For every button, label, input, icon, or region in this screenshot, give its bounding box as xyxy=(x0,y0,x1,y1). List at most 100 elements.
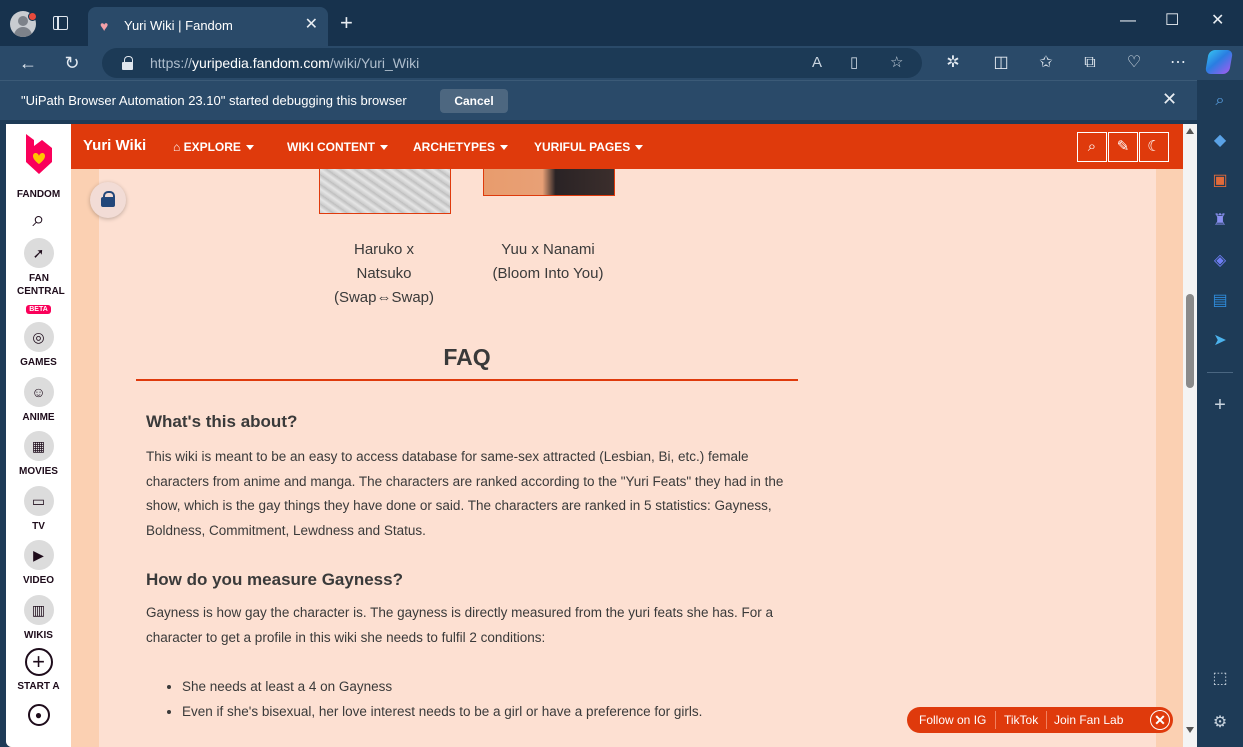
play-icon: ▶ xyxy=(23,540,54,570)
gallery-image-haruko-natsuko[interactable] xyxy=(319,169,451,214)
tv-icon: ▭ xyxy=(23,486,54,516)
clapperboard-icon: ▦ xyxy=(23,431,54,461)
rail-search[interactable]: ⌕ xyxy=(6,204,71,234)
social-follow-bar: Follow on IG TikTok Join Fan Lab ✕ xyxy=(907,707,1173,733)
immersive-reader-icon[interactable]: ▯ xyxy=(850,53,858,73)
rail-games[interactable]: ◎ GAMES xyxy=(6,322,71,369)
telegram-send-icon[interactable]: ➤ xyxy=(1209,330,1231,352)
favorite-star-icon[interactable]: ☆ xyxy=(890,53,903,73)
rocket-icon: ➚ xyxy=(23,238,54,268)
rail-label: VIDEO xyxy=(22,575,55,586)
heading-divider xyxy=(136,379,798,381)
rail-wikis[interactable]: ▥ WIKIS xyxy=(6,595,71,642)
profile-notification-dot xyxy=(28,12,37,21)
rail-label: ANIME xyxy=(22,412,55,423)
chevron-down-icon xyxy=(245,145,254,151)
maximize-button[interactable]: ☐ xyxy=(1165,12,1179,30)
tab-yuri-wiki[interactable]: ♥ Yuri Wiki | Fandom ✕ xyxy=(88,7,328,46)
nav-explore[interactable]: ⌂ EXPLORE xyxy=(173,140,254,154)
list-item: She needs at least a 4 on Gayness xyxy=(182,674,702,699)
page-scrollbar[interactable] xyxy=(1183,124,1197,747)
debugging-infobar: "UiPath Browser Automation 23.10" starte… xyxy=(0,80,1197,120)
rail-user[interactable]: ● xyxy=(6,704,71,726)
gallery-image-yuu-nanami[interactable] xyxy=(483,169,615,196)
favorites-icon[interactable]: ✩ xyxy=(1034,51,1058,75)
collections-icon[interactable]: ⧉ xyxy=(1078,51,1102,75)
fandom-heart-icon: ♥ xyxy=(100,18,109,34)
tools-briefcase-icon[interactable]: ▣ xyxy=(1209,170,1231,192)
settings-gear-icon[interactable]: ⚙ xyxy=(1209,712,1231,734)
close-infobar-button[interactable]: ✕ xyxy=(1162,89,1177,109)
browser-essentials-icon[interactable]: ♡ xyxy=(1122,51,1146,75)
discussions-icon[interactable]: ✎ xyxy=(1108,132,1138,162)
more-menu-icon[interactable]: ⋯ xyxy=(1166,51,1190,75)
plus-icon: + xyxy=(24,648,53,676)
close-social-bar-button[interactable]: ✕ xyxy=(1150,710,1170,730)
microsoft-365-icon[interactable]: ◈ xyxy=(1209,250,1231,272)
tiktok-link[interactable]: TikTok xyxy=(1004,713,1038,727)
rail-start-a-wiki[interactable]: + START A xyxy=(6,648,71,693)
join-fan-lab-link[interactable]: Join Fan Lab xyxy=(1054,713,1123,727)
divider xyxy=(1046,711,1047,729)
gallery-caption: Yuu x Nanami (Bloom Into You) xyxy=(492,241,604,282)
add-app-icon[interactable]: + xyxy=(1209,394,1231,416)
outlook-icon[interactable]: ▤ xyxy=(1209,290,1231,312)
edge-sidebar: ⌕ ◆ ▣ ♜ ◈ ▤ ➤ + ⬚ ⚙ xyxy=(1197,80,1243,747)
close-icon: ✕ xyxy=(1154,712,1166,728)
cancel-debugging-button[interactable]: Cancel xyxy=(440,89,508,113)
book-icon: ▥ xyxy=(23,595,54,625)
wiki-search-button[interactable]: ⌕ xyxy=(1077,132,1107,162)
scrollbar-thumb[interactable] xyxy=(1186,294,1194,388)
wiki-name-link[interactable]: Yuri Wiki xyxy=(83,137,146,154)
dark-mode-moon-icon[interactable]: ☾ xyxy=(1139,132,1169,162)
list-item: Even if she's bisexual, her love interes… xyxy=(182,699,702,724)
refresh-icon[interactable]: ↻ xyxy=(60,51,84,75)
tab-actions-icon[interactable] xyxy=(53,16,68,30)
rail-label: FAN CENTRAL xyxy=(17,273,65,297)
user-icon: ● xyxy=(27,704,50,726)
search-icon: ⌕ xyxy=(32,206,45,231)
nav-yuriful-pages[interactable]: YURIFUL PAGES xyxy=(534,140,644,154)
gamepad-icon: ◎ xyxy=(23,322,54,352)
rail-fan-central[interactable]: ➚ FAN CENTRAL BETA xyxy=(6,238,71,316)
lock-icon[interactable] xyxy=(122,56,133,70)
edit-lock-icon[interactable] xyxy=(90,182,126,218)
screenshot-icon[interactable]: ⬚ xyxy=(1209,668,1231,690)
url-text[interactable]: https://yuripedia.fandom.com/wiki/Yuri_W… xyxy=(150,55,419,71)
section-paragraph: This wiki is meant to be an easy to acce… xyxy=(146,449,784,538)
address-bar-row: ← ↻ https://yuripedia.fandom.com/wiki/Yu… xyxy=(0,46,1243,80)
new-tab-button[interactable]: + xyxy=(340,12,353,34)
scroll-down-arrow-icon[interactable] xyxy=(1186,727,1194,733)
address-bar[interactable]: https://yuripedia.fandom.com/wiki/Yuri_W… xyxy=(102,48,922,78)
divider xyxy=(995,711,996,729)
split-screen-icon[interactable]: ◫ xyxy=(989,51,1013,75)
copilot-icon[interactable] xyxy=(1204,50,1234,74)
compass-icon: ⌂ xyxy=(173,140,184,154)
back-arrow-icon[interactable]: ← xyxy=(16,51,40,75)
rail-movies[interactable]: ▦ MOVIES xyxy=(6,431,71,478)
wiki-header: Yuri Wiki ⌂ EXPLORE WIKI CONTENT ARCHETY… xyxy=(71,124,1183,169)
fandom-logo-icon[interactable] xyxy=(22,132,56,176)
nav-wiki-content[interactable]: WIKI CONTENT xyxy=(287,140,388,154)
games-icon[interactable]: ♜ xyxy=(1209,210,1231,232)
shopping-tag-icon[interactable]: ◆ xyxy=(1209,130,1231,152)
read-aloud-icon[interactable]: A xyxy=(812,53,822,73)
section-paragraph: Gayness is how gay the character is. The… xyxy=(146,605,774,645)
conditions-list: She needs at least a 4 on Gayness Even i… xyxy=(182,674,702,724)
nav-archetypes[interactable]: ARCHETYPES xyxy=(413,140,509,154)
rail-anime[interactable]: ☺ ANIME xyxy=(6,377,71,424)
search-icon[interactable]: ⌕ xyxy=(1209,90,1231,112)
rail-video[interactable]: ▶ VIDEO xyxy=(6,540,71,587)
rail-fandom[interactable]: FANDOM xyxy=(6,184,71,201)
close-window-button[interactable]: ✕ xyxy=(1211,12,1224,30)
rail-label: MOVIES xyxy=(19,466,58,477)
chevron-down-icon xyxy=(635,145,644,151)
gallery-caption: Haruko x Natsuko (Swap⇔Swap) xyxy=(333,241,435,306)
rail-tv[interactable]: ▭ TV xyxy=(6,486,71,533)
sidebar-divider xyxy=(1207,372,1233,373)
scroll-up-arrow-icon[interactable] xyxy=(1186,128,1194,134)
tab-close-button[interactable]: ✕ xyxy=(305,16,318,34)
extensions-icon[interactable]: ✲ xyxy=(941,51,965,75)
follow-ig-link[interactable]: Follow on IG xyxy=(919,713,986,727)
minimize-button[interactable]: — xyxy=(1120,12,1136,30)
